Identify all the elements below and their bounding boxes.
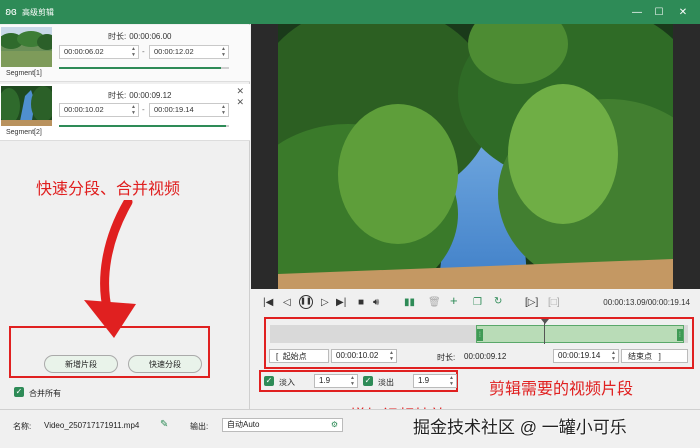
file-name: Video_250717171911.mp4 [44, 421, 140, 430]
timeline-track[interactable]: ⋮ ⋮ [270, 325, 688, 343]
gear-icon[interactable]: ⚙ [331, 419, 338, 431]
fade-out-checkbox[interactable]: ✓ [363, 376, 373, 386]
end-time-input[interactable]: 00:00:19.14 ▲ ▼ [553, 349, 619, 363]
range-duration-label: 时长: [437, 353, 456, 362]
refresh-icon[interactable]: ↻ [494, 296, 502, 308]
selection-end-handle[interactable]: ⋮ [677, 329, 683, 341]
close-button[interactable]: ✕ [672, 0, 694, 24]
segment-end-input[interactable]: 00:00:12.02 ▲ ▼ [149, 45, 229, 59]
fade-out-input[interactable]: 1.9 ▲ ▼ [413, 374, 457, 388]
segment-label: Segment[2] [6, 129, 42, 136]
stop-icon[interactable]: ■ [358, 297, 364, 309]
segment-progress [59, 67, 229, 69]
merge-all-checkbox[interactable]: ✓ [14, 387, 24, 397]
segment-progress-fill [59, 67, 221, 69]
copy-icon[interactable]: ❐ [473, 297, 482, 309]
fade-in-checkbox[interactable]: ✓ [264, 376, 274, 386]
pause-icon[interactable]: ❚❚ [299, 295, 313, 309]
segment-close-icon[interactable]: ✕ [236, 86, 244, 97]
segment-item-2[interactable]: Segment[2] 时长: 00:00:09.12 ✕ 00:00:10.02 ▲… [0, 84, 250, 141]
fade-in-input[interactable]: 1.9 ▲ ▼ [314, 374, 358, 388]
merge-all-label: 合并所有 [29, 389, 61, 398]
video-preview-area [251, 24, 700, 289]
segment-start-input[interactable]: 00:00:10.02 ▲ ▼ [59, 103, 139, 117]
annotation-split-merge: 快速分段、合并视频 [36, 181, 181, 198]
fade-in-label: 淡入 [279, 378, 295, 387]
output-select[interactable]: 自动Auto ⚙ [222, 418, 343, 432]
mark-out-icon[interactable]: [□] [548, 297, 560, 309]
delete-icon[interactable]: 🗑︎ [428, 297, 441, 309]
go-end-icon[interactable]: ▶| [336, 297, 346, 309]
window-title: 高级剪辑 [22, 7, 54, 17]
timeline-selection[interactable]: ⋮ ⋮ [476, 325, 684, 343]
title-bar: ʚɞ 高级剪辑 [0, 0, 700, 24]
segment-marker-icon: ✕ [236, 97, 244, 107]
annotation-trim: 剪辑需要的视频片段 [489, 381, 634, 398]
segment-thumbnail [1, 27, 52, 67]
segment-progress-fill [59, 125, 226, 127]
segment-end-input[interactable]: 00:00:19.14 ▲ ▼ [149, 103, 229, 117]
next-frame-icon[interactable]: ▷ [321, 297, 329, 309]
mark-in-icon[interactable]: [▷] [525, 297, 538, 309]
selection-start-handle[interactable]: ⋮ [477, 329, 483, 341]
segment-duration: 时长: 00:00:09.12 [108, 91, 172, 100]
add-icon[interactable]: + [450, 294, 458, 307]
fade-out-label: 淡出 [378, 378, 394, 387]
quick-split-button[interactable]: 快速分段 [128, 355, 202, 373]
range-duration-value: 00:00:09.12 [464, 352, 507, 361]
prev-frame-icon[interactable]: ◁ [283, 297, 291, 309]
segment-progress [59, 125, 229, 127]
player-timecode: 00:00:13.09/00:00:19.14 [603, 298, 690, 307]
segment-start-input[interactable]: 00:00:06.02 ▲ ▼ [59, 45, 139, 59]
range-dash: - [142, 105, 145, 114]
start-point-button[interactable]: [ 起始点 [269, 349, 329, 363]
rabbit-logo-icon: ʚɞ [5, 6, 17, 18]
go-start-icon[interactable]: |◀ [263, 297, 273, 309]
annotation-arrow-icon [84, 200, 136, 338]
edit-name-icon[interactable]: ✎ [160, 419, 168, 430]
segment-thumbnail [1, 86, 52, 126]
segment-item-1[interactable]: Segment[1] 时长: 00:00:06.00 00:00:06.02 ▲ ▼ … [0, 25, 250, 82]
name-label: 名称: [13, 422, 32, 431]
split-icon[interactable]: ▮▮ [404, 297, 415, 309]
end-point-button[interactable]: 结束点 ] [621, 349, 688, 363]
segment-label: Segment[1] [6, 70, 42, 77]
segment-duration: 时长: 00:00:06.00 [108, 32, 172, 41]
watermark: 掘金技术社区 @ 一罐小可乐 [413, 418, 627, 437]
minimize-button[interactable]: — [626, 0, 648, 24]
video-frame[interactable] [278, 24, 673, 289]
output-label: 输出: [190, 422, 209, 431]
start-time-input[interactable]: 00:00:10.02 ▲ ▼ [331, 349, 397, 363]
add-segment-button[interactable]: 新增片段 [44, 355, 118, 373]
range-dash: - [142, 47, 145, 56]
playhead-marker-icon [541, 319, 549, 324]
volume-icon[interactable]: 🔊︎ [373, 297, 379, 309]
maximize-button[interactable]: ☐ [648, 0, 670, 24]
